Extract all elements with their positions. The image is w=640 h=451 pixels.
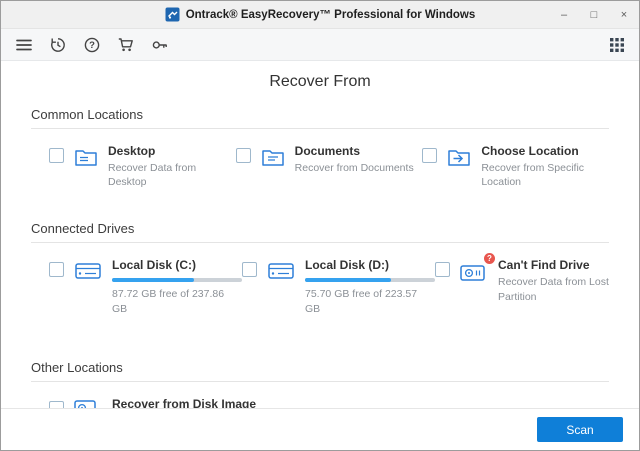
disk-usage-fill <box>112 278 194 283</box>
window-title: Ontrack® EasyRecovery™ Professional for … <box>185 8 476 21</box>
section-divider <box>31 128 609 129</box>
item-text: Desktop Recover Data from Desktop <box>108 144 236 189</box>
drive-item-cant-find[interactable]: ? Can't Find Drive Recover Data from Los… <box>435 253 609 315</box>
section-divider <box>31 242 609 244</box>
documents-checkbox[interactable] <box>235 148 251 163</box>
choose-location-checkbox[interactable] <box>422 148 438 163</box>
item-text: Choose Location Recover from Specific Lo… <box>481 144 609 189</box>
desktop-checkbox[interactable] <box>49 148 64 163</box>
drive-c-checkbox[interactable] <box>49 262 64 278</box>
section-title: Common Locations <box>31 107 143 122</box>
cant-find-drive-checkbox[interactable] <box>435 262 450 278</box>
item-subtitle: Recover from Documents <box>294 162 414 174</box>
item-title: Desktop <box>108 144 156 158</box>
drive-capacity: 87.72 GB free of 237.86 GB <box>112 288 225 315</box>
license-key-icon[interactable] <box>147 32 172 57</box>
drive-name: Local Disk (D:) <box>305 258 390 273</box>
svg-text:?: ? <box>89 40 95 51</box>
choose-location-folder-icon <box>446 144 472 170</box>
location-item-documents[interactable]: Documents Recover from Documents <box>235 144 423 189</box>
disk-usage-bar <box>112 278 242 283</box>
drive-item-d[interactable]: Local Disk (D:) 75.70 GB free of 223.57 … <box>242 258 435 315</box>
cart-icon[interactable] <box>113 32 138 57</box>
close-button[interactable]: × <box>609 1 639 28</box>
maximize-button[interactable]: □ <box>579 1 609 28</box>
hard-drive-icon <box>266 258 296 284</box>
section-common-locations: Common Locations Desktop Recover Data fr… <box>31 107 609 189</box>
main-content: Recover From Common Locations Desktop Re… <box>1 73 639 442</box>
drive-item-c[interactable]: Local Disk (C:) 87.72 GB free of 237.86 … <box>49 258 242 315</box>
drive-name: Local Disk (C:) <box>112 258 197 273</box>
item-text: Local Disk (C:) 87.72 GB free of 237.86 … <box>112 258 242 315</box>
documents-folder-icon <box>260 144 286 170</box>
page-title: Recover From <box>269 73 371 90</box>
section-title: Connected Drives <box>31 221 135 237</box>
scan-button[interactable]: Scan <box>537 417 623 442</box>
hard-drive-icon <box>73 258 103 284</box>
app-logo-icon <box>165 7 180 22</box>
disk-usage-fill <box>305 278 391 283</box>
desktop-folder-icon <box>73 144 99 170</box>
window-controls: – □ × <box>549 1 639 28</box>
item-title: Can't Find Drive <box>498 258 590 273</box>
disk-usage-bar <box>305 278 435 283</box>
item-title: Documents <box>294 144 360 158</box>
question-badge: ? <box>484 253 495 265</box>
item-text: Local Disk (D:) 75.70 GB free of 223.57 … <box>305 258 435 315</box>
menu-icon[interactable] <box>11 32 36 57</box>
section-title: Other Locations <box>31 359 123 375</box>
title-bar: Ontrack® EasyRecovery™ Professional for … <box>1 1 639 29</box>
toolbar: ? <box>1 29 639 61</box>
item-subtitle: Recover from Specific Location <box>481 162 585 189</box>
section-connected-drives: Connected Drives Local Disk (C:) 87.72 G… <box>31 221 609 315</box>
item-subtitle: Recover Data from Desktop <box>108 162 197 189</box>
item-text: Documents Recover from Documents <box>295 144 414 175</box>
location-item-desktop[interactable]: Desktop Recover Data from Desktop <box>49 144 236 189</box>
connected-drives-grid: Local Disk (C:) 87.72 GB free of 237.86 … <box>31 253 609 315</box>
item-text: Can't Find Drive Recover Data from Lost … <box>498 258 609 303</box>
location-item-choose-location[interactable]: Choose Location Recover from Specific Lo… <box>422 144 609 189</box>
drive-d-checkbox[interactable] <box>242 262 257 278</box>
common-locations-grid: Desktop Recover Data from Desktop Docume… <box>31 144 609 189</box>
help-icon[interactable]: ? <box>79 32 104 57</box>
apps-grid-icon[interactable] <box>604 32 629 57</box>
item-subtitle: Recover Data from Lost Partition <box>498 276 609 303</box>
lost-drive-icon: ? <box>459 253 495 286</box>
section-divider <box>31 380 609 382</box>
drive-capacity: 75.70 GB free of 223.57 GB <box>305 288 418 315</box>
footer: Scan <box>1 408 639 450</box>
minimize-button[interactable]: – <box>549 1 579 28</box>
item-title: Choose Location <box>481 144 579 158</box>
app-window: Ontrack® EasyRecovery™ Professional for … <box>0 0 640 451</box>
title-group: Ontrack® EasyRecovery™ Professional for … <box>165 7 476 22</box>
history-icon[interactable] <box>45 32 70 57</box>
